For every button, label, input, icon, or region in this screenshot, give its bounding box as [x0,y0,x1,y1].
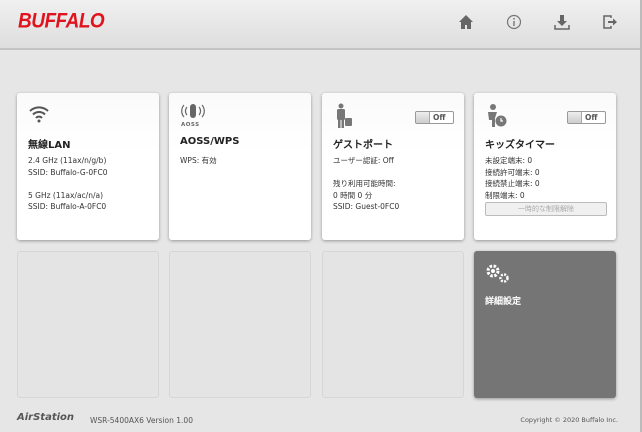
card-guest-port[interactable]: Off ゲストポート ユーザー認証: Off 残り利用可能時間: 0 時間 0 … [322,93,464,240]
empty-card [169,251,311,398]
gears-icon [485,263,511,289]
logout-icon[interactable] [601,14,619,32]
buffalo-logo: BUFFALO [18,9,105,33]
empty-card [17,251,159,398]
header: BUFFALO [0,0,642,50]
card-title: ゲストポート [333,140,393,151]
card-aoss-wps[interactable]: AOSS AOSS/WPS WPS: 有効 [169,93,311,240]
card-text: WPS: 有効 [180,156,217,165]
firmware-version: WSR-5400AX6 Version 1.00 [90,416,193,425]
aoss-icon [180,103,206,123]
kids-timer-toggle[interactable]: Off [567,111,606,124]
airstation-logo: AirStation [17,412,75,423]
temporary-unlock-button[interactable]: 一時的な制限解除 [485,202,607,216]
wifi-icon [28,105,50,127]
card-text: ユーザー認証: Off 残り利用可能時間: 0 時間 0 分 SSID: Gue… [333,156,400,211]
toggle-label: Off [585,113,598,122]
guest-port-toggle[interactable]: Off [415,111,454,124]
info-icon[interactable] [505,14,523,32]
toggle-label: Off [433,113,446,122]
home-icon[interactable] [457,14,475,32]
copyright: Copyright © 2020 Buffalo Inc. [520,416,618,424]
card-advanced-settings[interactable]: 詳細設定 [474,251,616,398]
card-title: 無線LAN [28,140,71,151]
card-wireless-lan[interactable]: 無線LAN 2.4 GHz (11ax/n/g/b) SSID: Buffalo… [17,93,159,240]
card-text: 未設定端末: 0 接続許可端末: 0 接続禁止端末: 0 制限端末: 0 [485,156,540,200]
download-icon[interactable] [553,14,571,32]
card-text: 2.4 GHz (11ax/n/g/b) SSID: Buffalo-G-0FC… [28,156,108,211]
card-title: キッズタイマー [485,140,555,151]
card-title: 詳細設定 [485,297,522,307]
guest-icon [335,103,353,133]
card-kids-timer[interactable]: Off キッズタイマー 未設定端末: 0 接続許可端末: 0 接続禁止端末: 0… [474,93,616,240]
empty-card [322,251,464,398]
kids-timer-icon [486,103,508,133]
aoss-icon-label: AOSS [181,122,200,128]
card-title: AOSS/WPS [180,136,240,147]
